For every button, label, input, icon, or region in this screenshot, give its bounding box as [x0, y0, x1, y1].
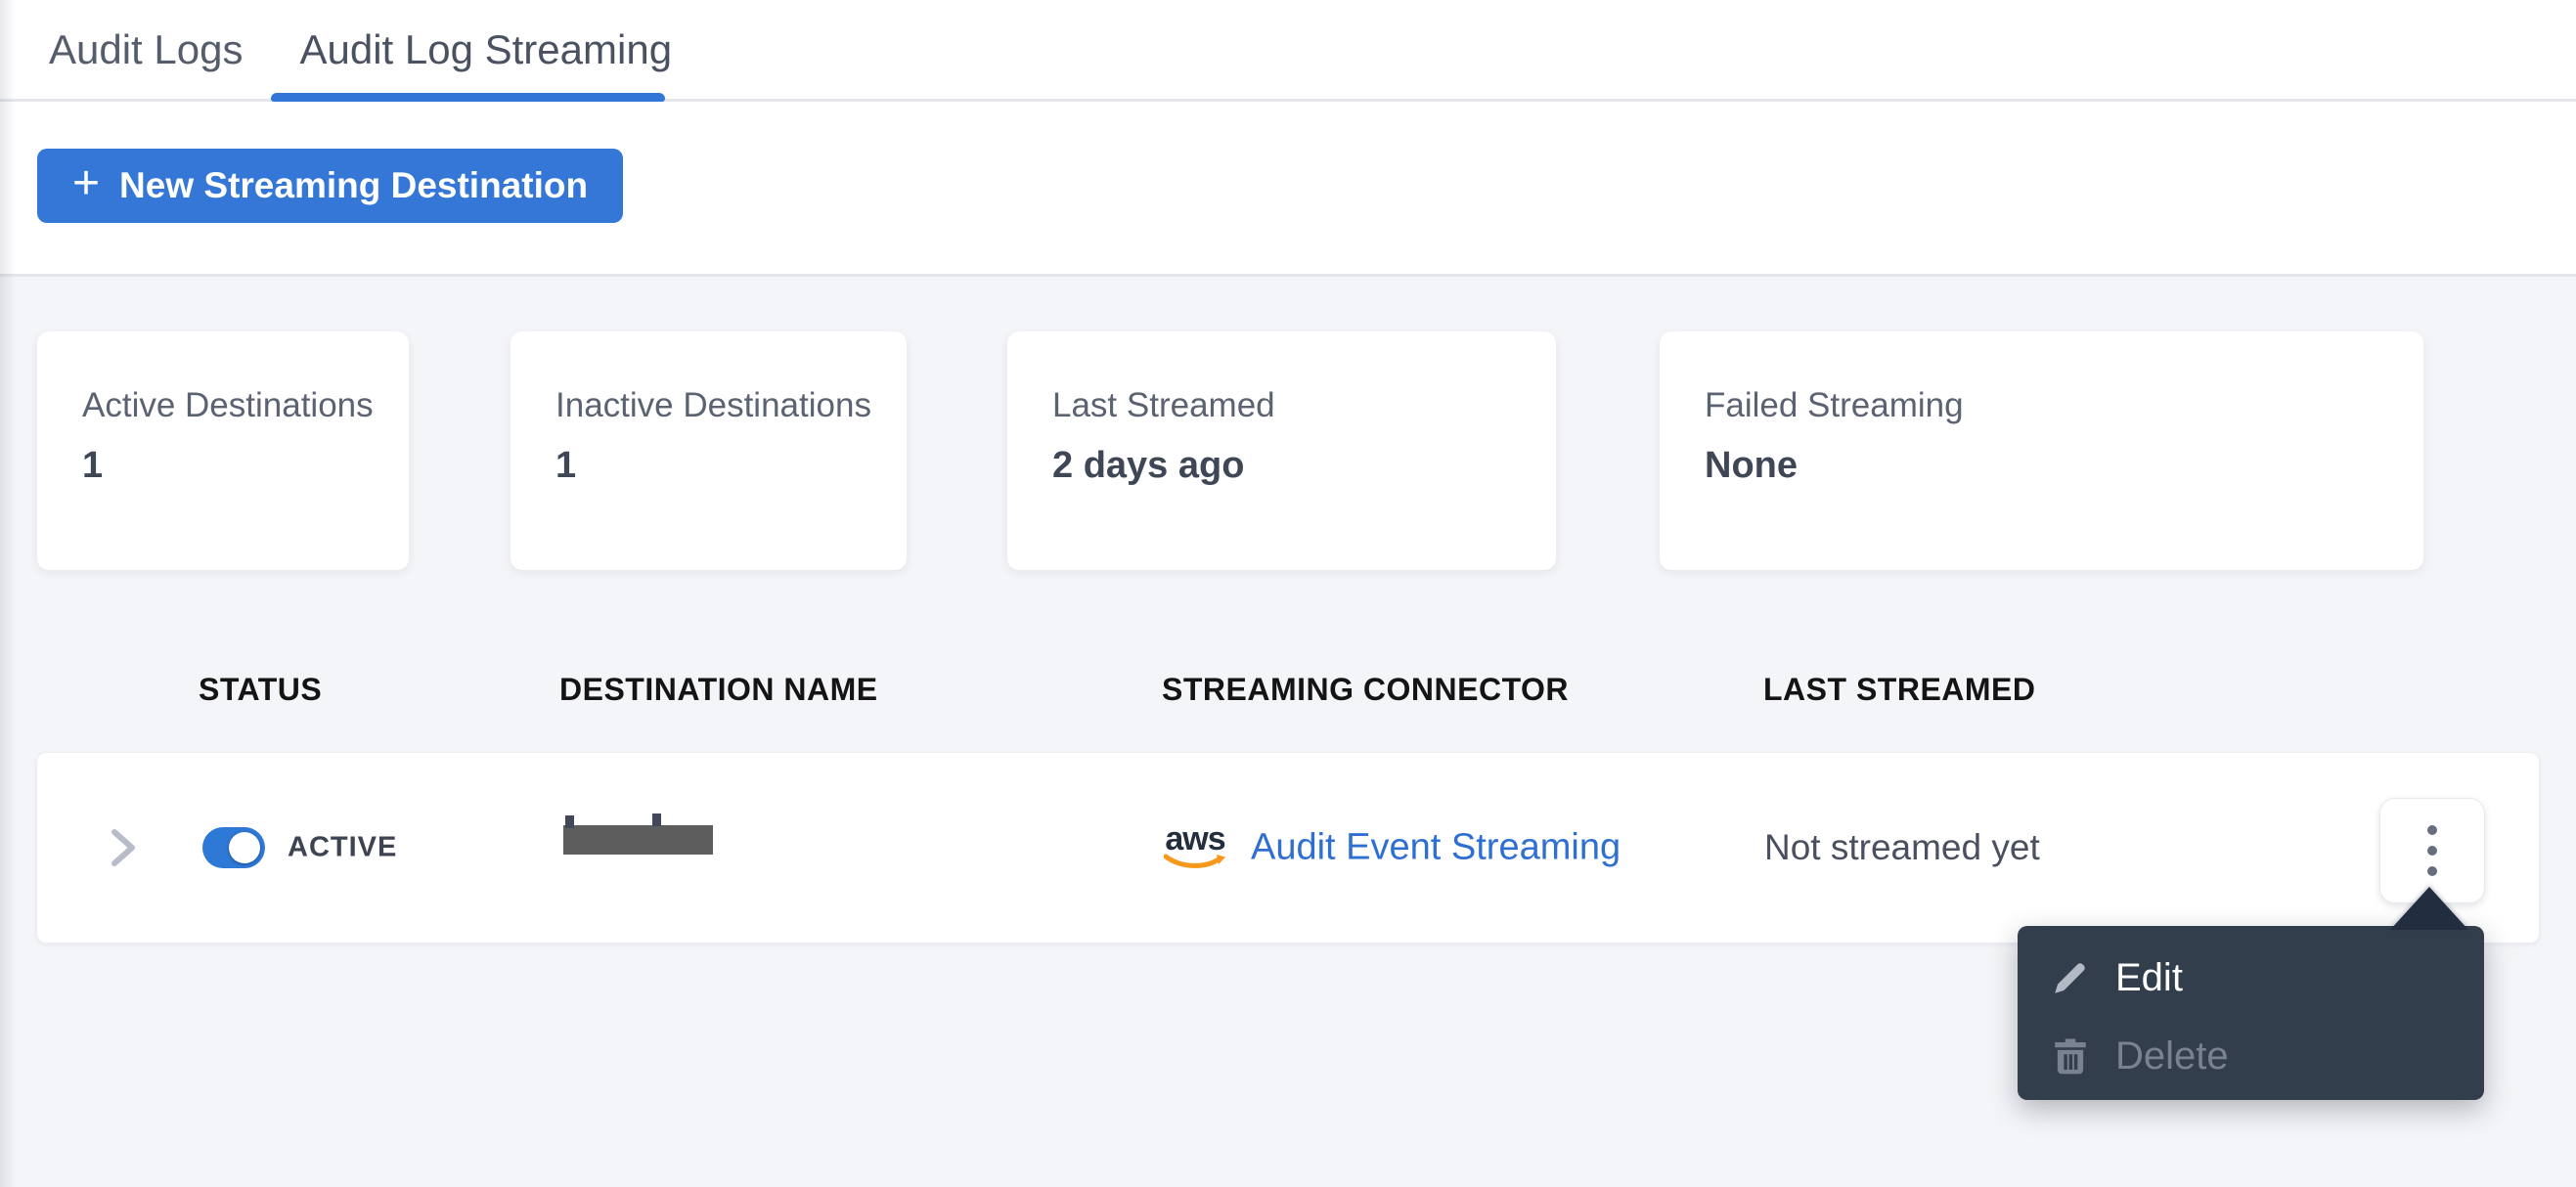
- aws-logo-icon: aws: [1163, 820, 1227, 871]
- stat-label: Failed Streaming: [1705, 386, 1964, 424]
- table-row: ACTIVE aws Audit Event Streaming Not str…: [36, 752, 2540, 944]
- connector-link[interactable]: Audit Event Streaming: [1251, 827, 1621, 869]
- aws-logo-text: aws: [1165, 820, 1225, 857]
- stat-value: 1: [82, 445, 104, 486]
- pencil-icon: [2055, 963, 2085, 993]
- plus-icon: +: [72, 157, 101, 209]
- stat-card-failed-streaming: Failed Streaming None: [1660, 331, 2423, 570]
- tab-audit-log-streaming[interactable]: Audit Log Streaming: [299, 26, 672, 73]
- stat-card-inactive-destinations: Inactive Destinations 1: [511, 331, 907, 570]
- stat-label: Last Streamed: [1052, 386, 1275, 424]
- kebab-dot: [2427, 825, 2437, 835]
- stat-card-last-streamed: Last Streamed 2 days ago: [1007, 331, 1556, 570]
- menu-pointer-arrow: [2390, 887, 2468, 930]
- stat-card-active-destinations: Active Destinations 1: [37, 331, 409, 570]
- redaction-artifact: [565, 815, 574, 828]
- menu-item-label: Edit: [2115, 955, 2183, 999]
- redaction-artifact: [652, 813, 661, 826]
- new-streaming-destination-label: New Streaming Destination: [119, 165, 589, 205]
- tab-audit-logs[interactable]: Audit Logs: [49, 26, 243, 73]
- menu-item-delete[interactable]: Delete: [2018, 1017, 2484, 1095]
- active-tab-indicator: [271, 93, 665, 102]
- column-header-status: STATUS: [199, 672, 323, 707]
- stat-value: 2 days ago: [1052, 445, 1245, 486]
- row-actions-menu: Edit Delete: [2018, 926, 2484, 1100]
- status-label: ACTIVE: [288, 831, 398, 863]
- trash-icon: [2055, 1038, 2086, 1075]
- last-streamed-value: Not streamed yet: [1764, 827, 2040, 867]
- streaming-section: Active Destinations 1 Inactive Destinati…: [0, 274, 2576, 1187]
- stat-label: Active Destinations: [82, 386, 374, 424]
- kebab-dot: [2427, 846, 2437, 856]
- stat-value: None: [1705, 445, 1798, 486]
- kebab-dot: [2427, 866, 2437, 876]
- column-header-destination-name: DESTINATION NAME: [559, 672, 878, 707]
- menu-item-edit[interactable]: Edit: [2018, 939, 2484, 1017]
- tab-bar: Audit Logs Audit Log Streaming: [0, 0, 2576, 102]
- expand-row-chevron-icon[interactable]: [109, 826, 138, 869]
- column-header-last-streamed: LAST STREAMED: [1763, 672, 2036, 707]
- stat-value: 1: [555, 445, 577, 486]
- status-toggle[interactable]: [202, 827, 265, 868]
- destination-name-redacted: [563, 825, 713, 855]
- menu-item-label: Delete: [2115, 1033, 2229, 1077]
- toggle-knob: [229, 832, 260, 863]
- column-header-streaming-connector: STREAMING CONNECTOR: [1162, 672, 1570, 707]
- new-streaming-destination-button[interactable]: + New Streaming Destination: [37, 149, 624, 223]
- stat-label: Inactive Destinations: [555, 386, 871, 424]
